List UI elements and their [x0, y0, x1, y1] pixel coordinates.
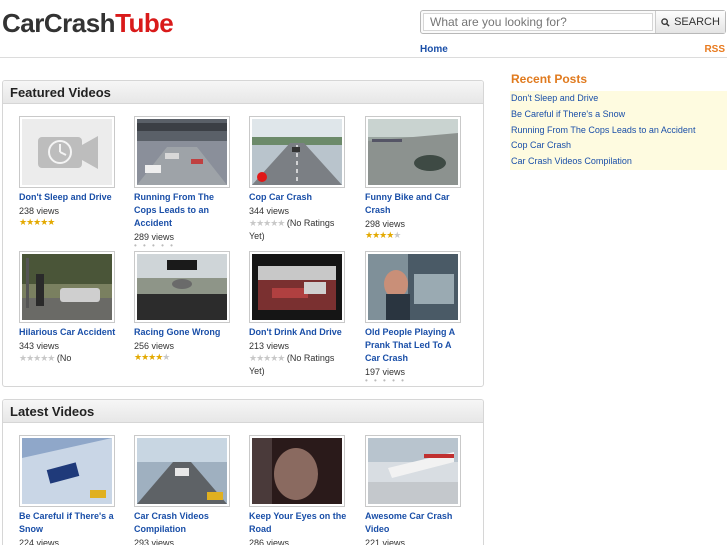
video-thumbnail[interactable]: [19, 435, 115, 507]
video-thumbnail[interactable]: [19, 116, 115, 188]
video-views: 343 views: [19, 341, 60, 351]
video-thumbnail[interactable]: [365, 435, 461, 507]
video-title-link[interactable]: Funny Bike and Car Crash: [365, 191, 465, 217]
rating-text: (No: [56, 353, 72, 363]
search-button[interactable]: SEARCH: [655, 11, 725, 33]
video-item: Be Careful if There's a Snow 224 views: [19, 435, 119, 545]
video-item: Car Crash Videos Compilation 293 views: [134, 435, 234, 545]
video-thumbnail[interactable]: [365, 251, 461, 323]
recent-post-link[interactable]: Running From The Cops Leads to an Accide…: [510, 123, 727, 139]
video-thumbnail-image: [137, 254, 227, 320]
video-camera-placeholder-icon: [22, 119, 112, 185]
recent-post-link[interactable]: Car Crash Videos Compilation: [510, 154, 727, 170]
rating-stars[interactable]: ★★★★★ (No Ratings Yet): [249, 352, 349, 378]
video-item: Keep Your Eyes on the Road 286 views: [249, 435, 349, 545]
recent-post-link[interactable]: Don't Sleep and Drive: [510, 91, 727, 107]
video-title-link[interactable]: Don't Drink And Drive: [249, 326, 349, 339]
video-views: 298 views: [365, 219, 406, 229]
recent-posts-heading: Recent Posts: [511, 72, 588, 86]
recent-post-link[interactable]: Be Careful if There's a Snow: [510, 107, 727, 123]
logo-text-tube: Tube: [115, 8, 174, 38]
latest-videos-panel: Latest Videos Be Careful if There's a Sn…: [2, 399, 484, 545]
rating-stars[interactable]: ★★★★★ (No Ratings Yet): [249, 217, 349, 243]
search-icon: [661, 17, 670, 27]
video-views: 221 views: [365, 538, 406, 545]
video-title-link[interactable]: Cop Car Crash: [249, 191, 349, 204]
video-thumbnail[interactable]: [134, 116, 230, 188]
video-thumbnail-image: [252, 438, 342, 504]
video-views: 286 views: [249, 538, 290, 545]
featured-videos-heading: Featured Videos: [3, 81, 483, 104]
video-thumbnail[interactable]: [134, 251, 230, 323]
search-bar: SEARCH: [420, 10, 726, 34]
video-thumbnail-image: [252, 119, 342, 185]
rating-stars[interactable]: ★★★★★: [134, 352, 234, 363]
video-thumbnail-image: [368, 254, 458, 320]
latest-videos-heading: Latest Videos: [3, 400, 483, 423]
video-thumbnail[interactable]: [249, 251, 345, 323]
header-divider: [0, 57, 727, 58]
video-item: Running From The Cops Leads to an Accide…: [134, 116, 234, 250]
video-title-link[interactable]: Don't Sleep and Drive: [19, 191, 119, 204]
video-item: Don't Drink And Drive 213 views ★★★★★ (N…: [249, 251, 349, 378]
video-thumbnail-image: [22, 438, 112, 504]
nav-rss-link[interactable]: RSS: [704, 44, 725, 55]
rating-stars[interactable]: ★★★★★: [19, 217, 119, 228]
video-views: 344 views: [249, 206, 290, 216]
video-item: Don't Sleep and Drive 238 views ★★★★★: [19, 116, 119, 228]
nav-home-link[interactable]: Home: [420, 44, 448, 55]
recent-post-link[interactable]: Cop Car Crash: [510, 138, 727, 154]
video-thumbnail-image: [368, 438, 458, 504]
video-title-link[interactable]: Awesome Car Crash Video: [365, 510, 465, 536]
video-thumbnail-image: [368, 119, 458, 185]
rating-stars-placeholder: • • • • •: [134, 241, 175, 250]
search-button-label: SEARCH: [674, 16, 720, 28]
recent-posts-list: Don't Sleep and Drive Be Careful if Ther…: [510, 91, 727, 170]
video-thumbnail[interactable]: [19, 251, 115, 323]
video-views: 224 views: [19, 538, 60, 545]
video-thumbnail-image: [137, 119, 227, 185]
video-item: Old People Playing A Prank That Led To A…: [365, 251, 465, 385]
video-views: 256 views: [134, 341, 175, 351]
search-input[interactable]: [423, 13, 653, 31]
video-views: 213 views: [249, 341, 290, 351]
featured-videos-panel: Featured Videos Don't Sleep and Drive 23…: [2, 80, 484, 387]
video-thumbnail-image: [252, 254, 342, 320]
site-logo[interactable]: CarCrashTube: [2, 8, 174, 39]
video-thumbnail[interactable]: [134, 435, 230, 507]
video-item: Hilarious Car Accident 343 views ★★★★★ (…: [19, 251, 119, 365]
video-title-link[interactable]: Old People Playing A Prank That Led To A…: [365, 326, 465, 365]
video-views: 293 views: [134, 538, 175, 545]
video-item: Racing Gone Wrong 256 views ★★★★★: [134, 251, 234, 363]
video-thumbnail[interactable]: [249, 116, 345, 188]
rating-stars[interactable]: ★★★★★: [365, 230, 465, 241]
video-title-link[interactable]: Keep Your Eyes on the Road: [249, 510, 349, 536]
video-title-link[interactable]: Running From The Cops Leads to an Accide…: [134, 191, 234, 230]
video-thumbnail[interactable]: [365, 116, 461, 188]
video-title-link[interactable]: Hilarious Car Accident: [19, 326, 119, 339]
video-title-link[interactable]: Be Careful if There's a Snow: [19, 510, 119, 536]
video-views: 238 views: [19, 206, 60, 216]
video-thumbnail-image: [22, 254, 112, 320]
logo-text-carcrash: CarCrash: [2, 8, 116, 38]
video-item: Funny Bike and Car Crash 298 views ★★★★★: [365, 116, 465, 241]
video-item: Awesome Car Crash Video 221 views: [365, 435, 465, 545]
video-thumbnail-image: [137, 438, 227, 504]
video-thumbnail[interactable]: [249, 435, 345, 507]
rating-stars[interactable]: ★★★★★ (No: [19, 352, 119, 365]
rating-stars-placeholder: • • • • •: [365, 376, 406, 385]
video-item: Cop Car Crash 344 views ★★★★★ (No Rating…: [249, 116, 349, 243]
video-title-link[interactable]: Car Crash Videos Compilation: [134, 510, 234, 536]
video-title-link[interactable]: Racing Gone Wrong: [134, 326, 234, 339]
